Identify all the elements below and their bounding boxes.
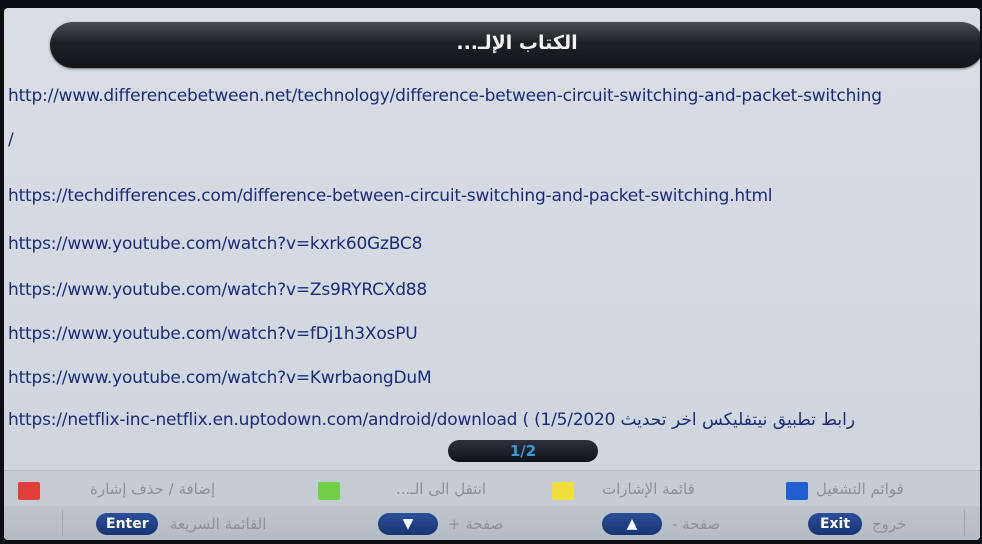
exit-label: خروج [872,515,907,533]
quick-menu-label: القائمة السريعة [170,515,267,533]
link-item[interactable]: http://www.differencebetween.net/technol… [8,86,882,106]
link-item[interactable]: / [8,130,14,150]
footer-hint-bar: Enter القائمة السريعة ▼ صفحة + ▲ صفحة - … [4,506,980,540]
link-item[interactable]: https://www.youtube.com/watch?v=kxrk60Gz… [8,234,422,254]
page-indicator: 1/2 [448,440,598,462]
yellow-key-icon [552,482,574,500]
link-item[interactable]: https://netflix-inc-netflix.en.uptodown.… [8,410,855,430]
page-down-key-button[interactable]: ▼ [378,513,438,535]
footer-divider [62,510,63,536]
page-indicator-label: 1/2 [509,442,537,460]
title-bar: الكتاب الإلـ... [50,22,980,68]
legend-green-label: انتقل الى الـ... [396,480,487,498]
green-key-icon [318,482,340,500]
document-viewer-screen: الكتاب الإلـ... http://www.differencebet… [4,8,980,540]
page-up-label: صفحة - [672,515,721,533]
red-key-icon [18,482,40,500]
legend-yellow-label: قائمة الإشارات [602,480,695,498]
blue-key-icon [786,482,808,500]
exit-key-button[interactable]: Exit [808,513,862,535]
legend-red[interactable]: إضافة / حذف إشارة [18,480,258,500]
link-item[interactable]: https://www.youtube.com/watch?v=Kwrbaong… [8,368,432,388]
footer-divider [964,510,965,536]
link-item[interactable]: https://www.youtube.com/watch?v=fDj1h3Xo… [8,324,418,344]
color-key-legend: إضافة / حذف إشارة انتقل الى الـ... قائمة… [4,470,980,507]
legend-blue[interactable]: قوائم التشغيل [786,480,966,500]
legend-red-label: إضافة / حذف إشارة [90,480,216,498]
page-up-key-button[interactable]: ▲ [602,513,662,535]
link-item[interactable]: https://techdifferences.com/difference-b… [8,186,773,206]
legend-green[interactable]: انتقل الى الـ... [318,480,498,500]
legend-blue-label: قوائم التشغيل [816,480,904,498]
page-down-label: صفحة + [448,515,504,533]
link-item[interactable]: https://www.youtube.com/watch?v=Zs9RYRCX… [8,280,427,300]
window-title: الكتاب الإلـ... [456,32,578,54]
legend-yellow[interactable]: قائمة الإشارات [552,480,752,500]
enter-key-button[interactable]: Enter [96,513,158,535]
